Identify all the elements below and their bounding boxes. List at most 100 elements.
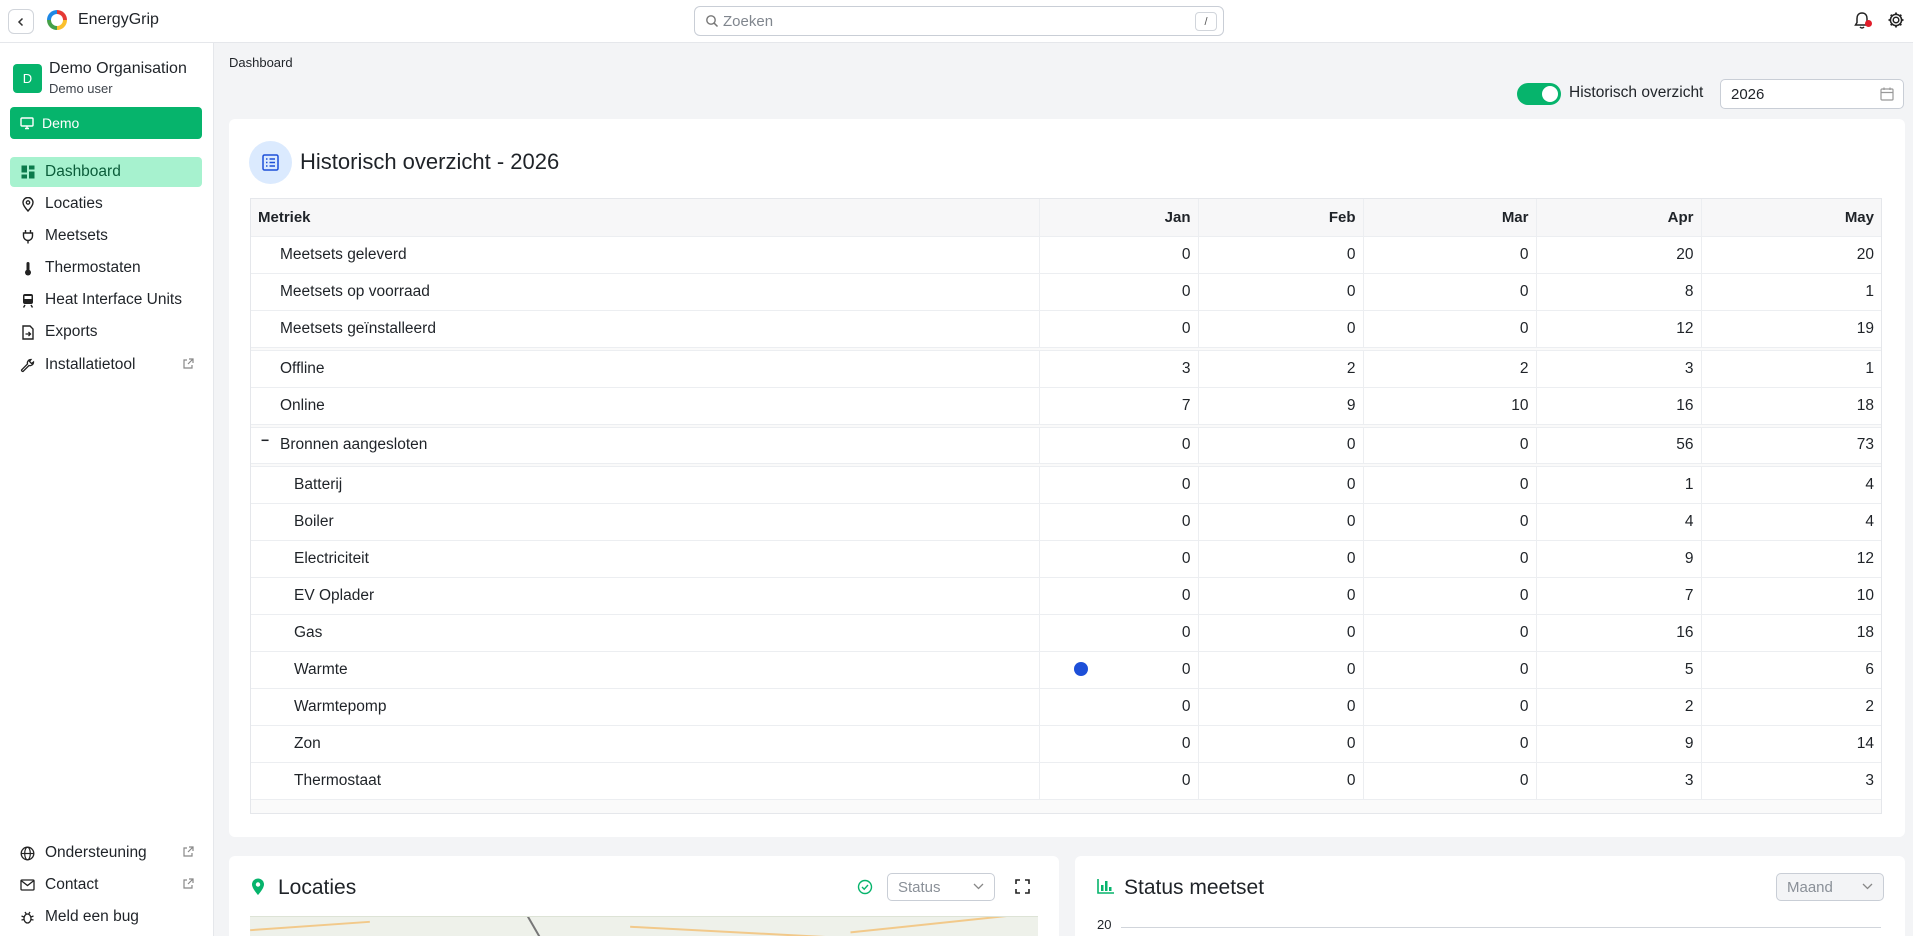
row-label: Online xyxy=(251,387,1040,425)
chart-gridline xyxy=(1121,927,1881,928)
org-name[interactable]: Demo Organisation xyxy=(49,60,187,78)
search-box[interactable]: / xyxy=(694,6,1224,36)
year-picker[interactable]: 2026 xyxy=(1720,79,1904,109)
row-label-text: Online xyxy=(280,396,325,414)
fullscreen-icon[interactable] xyxy=(1015,879,1030,894)
sidebar-item-ondersteuning[interactable]: Ondersteuning xyxy=(10,838,202,868)
period-select-placeholder: Maand xyxy=(1787,879,1833,896)
sidebar-item-heat-interface-units[interactable]: Heat Interface Units xyxy=(10,285,202,315)
table-cell-value: 0 xyxy=(1198,651,1364,689)
sidebar-item-thermostaten[interactable]: Thermostaten xyxy=(10,253,202,283)
row-label: EV Oplader xyxy=(251,577,1040,615)
table-cell-value: 2 xyxy=(1198,350,1364,388)
overview-table-body: Meetsets geleverd 0 0 0 20 20 Meetsets op voor… xyxy=(251,236,1881,800)
sidebar-item-label: Meetsets xyxy=(45,227,108,244)
sidebar-item-locaties[interactable]: Locaties xyxy=(10,189,202,219)
row-label: − Bronnen aangesloten xyxy=(251,427,1040,464)
row-label: Zon xyxy=(251,725,1040,763)
history-toggle[interactable] xyxy=(1517,83,1561,105)
sidebar-item-meld-een-bug[interactable]: Meld een bug xyxy=(10,902,202,932)
column-header-month: Apr xyxy=(1536,199,1702,237)
table-header-row: Metriek Jan Feb Mar Apr May xyxy=(251,199,1881,237)
period-select[interactable]: Maand xyxy=(1776,873,1884,901)
sidebar-item-contact[interactable]: Contact xyxy=(10,870,202,900)
row-label-text: Electriciteit xyxy=(294,549,369,567)
calendar-icon xyxy=(1880,87,1894,101)
sidebar-item-installatietool[interactable]: Installatietool xyxy=(10,350,202,380)
table-cell-value: 10 xyxy=(1701,577,1881,615)
table-cell-value: 0 xyxy=(1039,540,1199,578)
check-circle-icon[interactable] xyxy=(857,879,873,895)
row-label: Offline xyxy=(251,350,1040,388)
sidebar-item-meetsets[interactable]: Meetsets xyxy=(10,221,202,251)
row-label: Meetsets op voorraad xyxy=(251,273,1040,311)
sidebar-item-label: Exports xyxy=(45,323,98,340)
table-row: Meetsets geïnstalleerd 0 0 0 12 19 xyxy=(251,310,1881,348)
row-label-text: Warmte xyxy=(294,660,348,678)
sidebar-item-label: Installatietool xyxy=(45,356,136,373)
table-cell-value: 0 xyxy=(1363,725,1537,763)
table-cell-value: 14 xyxy=(1701,725,1881,763)
table-cell-value: 2 xyxy=(1536,688,1702,726)
external-link-icon xyxy=(183,358,194,369)
sidebar-item-dashboard[interactable]: Dashboard xyxy=(10,157,202,187)
table-cell-value: 0 xyxy=(1198,725,1364,763)
table-cell-value: 0 xyxy=(1039,762,1199,800)
sidebar-item-label: Ondersteuning xyxy=(45,844,147,861)
table-cell-value: 1 xyxy=(1701,273,1881,311)
table-cell-value: 3 xyxy=(1536,350,1702,388)
column-header-month: Mar xyxy=(1363,199,1537,237)
back-button[interactable] xyxy=(8,9,34,34)
overview-title: Historisch overzicht - 2026 xyxy=(300,149,560,174)
row-label: Boiler xyxy=(251,503,1040,541)
sidebar: D Demo Organisation Demo user Demo Dashb… xyxy=(0,43,214,936)
row-label: Batterij xyxy=(251,466,1040,504)
table-cell-value: 1 xyxy=(1701,350,1881,388)
search-input[interactable] xyxy=(723,11,1173,31)
table-cell-value: 0 xyxy=(1198,762,1364,800)
row-label-text: Boiler xyxy=(294,512,334,530)
demo-label: Demo xyxy=(42,115,80,131)
table-cell-value: 18 xyxy=(1701,387,1881,425)
table-cell-value: 20 xyxy=(1536,236,1702,274)
row-label: Warmte xyxy=(251,651,1040,689)
history-toggle-label: Historisch overzicht xyxy=(1569,84,1704,101)
table-cell-value: 0 xyxy=(1198,310,1364,348)
collapse-toggle-icon[interactable]: − xyxy=(261,432,269,448)
row-label-text: Meetsets geleverd xyxy=(280,245,407,263)
table-cell-value: 0 xyxy=(1039,466,1199,504)
org-avatar[interactable]: D xyxy=(13,64,42,93)
table-cell-value: 0 xyxy=(1198,427,1364,464)
table-cell-value: 0 xyxy=(1198,466,1364,504)
status-filter-select[interactable]: Status xyxy=(887,873,995,901)
row-label: Gas xyxy=(251,614,1040,652)
table-cell-value: 19 xyxy=(1701,310,1881,348)
demo-button[interactable]: Demo xyxy=(10,107,202,139)
locations-map[interactable] xyxy=(250,916,1038,936)
overview-table: Metriek Jan Feb Mar Apr May Meetsets geleverd… xyxy=(251,199,1881,800)
search-icon xyxy=(706,15,719,28)
table-cell-value: 16 xyxy=(1536,387,1702,425)
map-pin-icon xyxy=(252,878,264,895)
sidebar-item-exports[interactable]: Exports xyxy=(10,317,202,347)
table-cell-value: 1 xyxy=(1536,466,1702,504)
map-pin-icon xyxy=(20,196,35,212)
chevron-down-icon xyxy=(973,883,984,890)
table-row[interactable]: − Bronnen aangesloten 0 0 0 56 73 xyxy=(251,427,1881,464)
table-cell-value: 0 xyxy=(1363,577,1537,615)
gear-icon[interactable] xyxy=(1887,11,1905,29)
row-label-text: EV Oplader xyxy=(294,586,375,604)
row-label-text: Gas xyxy=(294,623,323,641)
locaties-card-title: Locaties xyxy=(278,876,357,899)
table-cell-value: 4 xyxy=(1536,503,1702,541)
table-cell-value: 0 xyxy=(1198,614,1364,652)
table-cell-value: 0 xyxy=(1363,236,1537,274)
row-label: Meetsets geleverd xyxy=(251,236,1040,274)
breadcrumb[interactable]: Dashboard xyxy=(229,55,293,70)
row-label: Warmtepomp xyxy=(251,688,1040,726)
cursor-indicator xyxy=(1074,662,1088,676)
status-meetset-card: Status meetset Maand 20 xyxy=(1075,856,1905,936)
table-cell-value: 9 xyxy=(1198,387,1364,425)
table-cell-value: 2 xyxy=(1701,688,1881,726)
table-cell-value: 16 xyxy=(1536,614,1702,652)
